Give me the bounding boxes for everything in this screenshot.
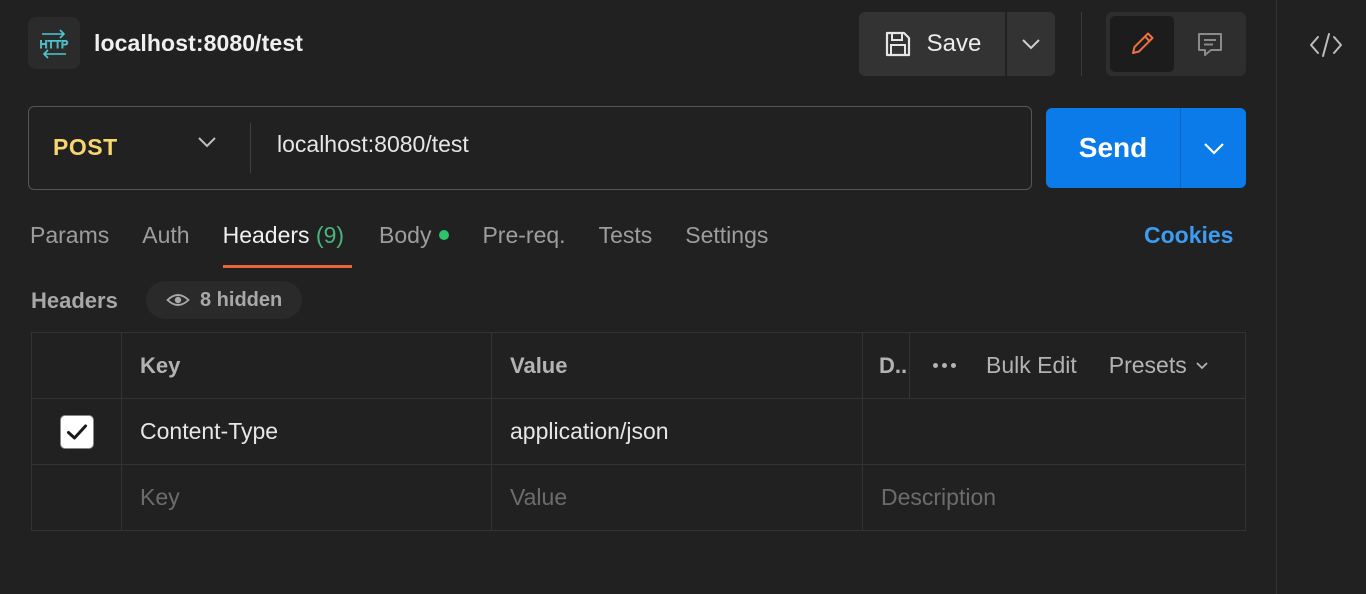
comment-icon <box>1198 33 1222 56</box>
request-title[interactable]: localhost:8080/test <box>94 30 303 57</box>
headers-section-label: Headers <box>31 288 118 313</box>
bulk-edit-button[interactable]: Bulk Edit <box>986 352 1077 379</box>
description-column-header: D.. <box>879 352 908 378</box>
hidden-count: 8 hidden <box>200 288 283 311</box>
header-description-cell[interactable] <box>863 399 1245 464</box>
url-bar: POST localhost:8080/test <box>28 106 1032 190</box>
row-enabled-checkbox[interactable] <box>59 414 94 449</box>
request-tabs: Params Auth Headers (9) Body Pre-req. Te… <box>30 222 801 270</box>
header-value-cell[interactable]: application/json <box>492 399 863 464</box>
table-header-row: Key Value D.. Bulk Edit Presets <box>32 333 1245 399</box>
new-value-input[interactable]: Value <box>492 465 863 530</box>
tab-headers[interactable]: Headers (9) <box>222 222 353 268</box>
active-tab-indicator <box>222 265 353 268</box>
method-label: POST <box>53 134 118 160</box>
send-options-button[interactable] <box>1181 108 1246 188</box>
eye-icon <box>166 294 190 306</box>
tab-pre-request[interactable]: Pre-req. <box>482 222 565 268</box>
pencil-icon <box>1132 32 1154 54</box>
save-group: Save <box>859 12 1055 76</box>
code-snippet-icon[interactable] <box>1309 28 1343 62</box>
hidden-headers-toggle[interactable]: 8 hidden <box>146 281 303 319</box>
chevron-down-icon <box>1196 362 1208 370</box>
send-group: Send <box>1046 108 1246 188</box>
view-mode-toggle <box>1106 12 1246 76</box>
save-options-button[interactable] <box>1007 12 1055 76</box>
headers-count: (9) <box>315 222 345 248</box>
row-check-cell <box>32 399 122 464</box>
request-panel: HTTP localhost:8080/test Save POST local… <box>0 0 1276 594</box>
chevron-down-icon <box>1203 142 1224 155</box>
table-row: Content-Type application/json <box>32 399 1245 465</box>
presets-dropdown[interactable]: Presets <box>1109 352 1209 379</box>
tab-tests[interactable]: Tests <box>599 222 653 268</box>
headers-table: Key Value D.. Bulk Edit Presets Content-… <box>31 332 1246 531</box>
chevron-down-icon <box>198 137 216 148</box>
url-input[interactable]: localhost:8080/test <box>277 131 977 158</box>
table-tools: Bulk Edit Presets <box>909 333 1245 398</box>
new-description-input[interactable]: Description <box>863 465 1245 530</box>
right-sidebar <box>1276 0 1366 594</box>
tab-params[interactable]: Params <box>30 222 109 268</box>
save-label: Save <box>926 30 982 57</box>
table-row-new: Key Value Description <box>32 465 1245 531</box>
tab-settings[interactable]: Settings <box>685 222 768 268</box>
chevron-down-icon <box>1022 39 1040 50</box>
toolbar-divider <box>1081 12 1082 76</box>
comments-button[interactable] <box>1178 16 1242 72</box>
check-column-header <box>32 333 122 398</box>
edit-mode-button[interactable] <box>1110 16 1174 72</box>
save-button[interactable]: Save <box>859 12 1005 76</box>
send-button[interactable]: Send <box>1046 108 1180 188</box>
tab-body[interactable]: Body <box>379 222 450 268</box>
svg-text:HTTP: HTTP <box>40 39 69 51</box>
value-column-header: Value <box>492 333 863 398</box>
tab-auth[interactable]: Auth <box>142 222 189 268</box>
cookies-link[interactable]: Cookies <box>1144 222 1233 249</box>
new-key-input[interactable]: Key <box>122 465 492 530</box>
method-select[interactable]: POST <box>29 107 251 188</box>
row-check-cell <box>32 465 122 530</box>
presets-label: Presets <box>1108 352 1187 378</box>
more-options-icon[interactable] <box>930 356 958 376</box>
check-icon <box>66 424 87 439</box>
key-column-header: Key <box>122 333 492 398</box>
url-divider <box>250 123 251 173</box>
http-icon: HTTP <box>28 17 80 69</box>
body-indicator-dot <box>439 230 450 240</box>
header-key-cell[interactable]: Content-Type <box>122 399 492 464</box>
save-icon <box>885 31 910 57</box>
